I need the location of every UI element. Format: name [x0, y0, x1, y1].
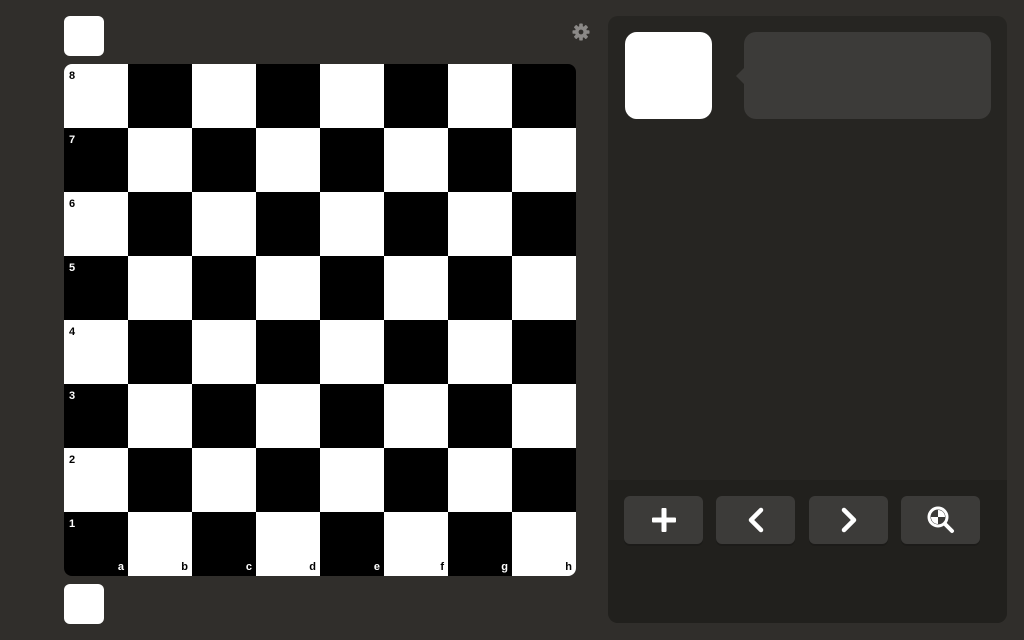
square-f4[interactable] [384, 320, 448, 384]
square-h1[interactable]: h [512, 512, 576, 576]
square-e1[interactable]: e [320, 512, 384, 576]
square-f3[interactable] [384, 384, 448, 448]
square-d7[interactable] [256, 128, 320, 192]
square-h6[interactable] [512, 192, 576, 256]
file-label: b [181, 561, 188, 573]
rank-label: 1 [69, 518, 76, 530]
file-label: c [245, 561, 252, 573]
square-a1[interactable]: 1a [64, 512, 128, 576]
square-b2[interactable] [128, 448, 192, 512]
square-d3[interactable] [256, 384, 320, 448]
speech-bubble [736, 32, 991, 119]
square-b6[interactable] [128, 192, 192, 256]
settings-button[interactable] [571, 22, 591, 42]
square-d5[interactable] [256, 256, 320, 320]
square-a8[interactable]: 8 [64, 64, 128, 128]
previous-move-button[interactable] [716, 496, 795, 544]
rank-label: 7 [69, 134, 76, 146]
square-e5[interactable] [320, 256, 384, 320]
square-a2[interactable]: 2 [64, 448, 128, 512]
square-e2[interactable] [320, 448, 384, 512]
square-c7[interactable] [192, 128, 256, 192]
control-bar [608, 480, 1007, 623]
chess-board[interactable]: 87654321abcdefgh [64, 64, 576, 576]
square-e7[interactable] [320, 128, 384, 192]
file-label: d [309, 561, 316, 573]
rank-label: 8 [69, 70, 76, 82]
square-g7[interactable] [448, 128, 512, 192]
square-g4[interactable] [448, 320, 512, 384]
rank-label: 3 [69, 390, 76, 402]
file-label: g [501, 561, 508, 573]
plus-icon [651, 508, 676, 532]
square-f7[interactable] [384, 128, 448, 192]
square-c6[interactable] [192, 192, 256, 256]
square-h8[interactable] [512, 64, 576, 128]
square-h3[interactable] [512, 384, 576, 448]
square-h2[interactable] [512, 448, 576, 512]
file-label: f [440, 561, 444, 573]
new-game-button[interactable] [624, 496, 703, 544]
square-d1[interactable]: d [256, 512, 320, 576]
side-panel [608, 16, 1007, 623]
square-f8[interactable] [384, 64, 448, 128]
rank-label: 2 [69, 454, 76, 466]
square-e4[interactable] [320, 320, 384, 384]
square-a7[interactable]: 7 [64, 128, 128, 192]
chevron-right-icon [841, 507, 856, 533]
analysis-button[interactable] [901, 496, 980, 544]
square-c1[interactable]: c [192, 512, 256, 576]
square-f6[interactable] [384, 192, 448, 256]
square-f2[interactable] [384, 448, 448, 512]
file-label: a [117, 561, 124, 573]
square-g2[interactable] [448, 448, 512, 512]
gear-icon [572, 23, 590, 41]
square-d4[interactable] [256, 320, 320, 384]
file-label: h [565, 561, 572, 573]
square-h5[interactable] [512, 256, 576, 320]
square-e3[interactable] [320, 384, 384, 448]
square-h4[interactable] [512, 320, 576, 384]
file-label: e [373, 561, 380, 573]
square-e8[interactable] [320, 64, 384, 128]
square-b1[interactable]: b [128, 512, 192, 576]
square-g5[interactable] [448, 256, 512, 320]
square-g8[interactable] [448, 64, 512, 128]
square-a5[interactable]: 5 [64, 256, 128, 320]
square-d2[interactable] [256, 448, 320, 512]
square-b7[interactable] [128, 128, 192, 192]
next-move-button[interactable] [809, 496, 888, 544]
square-b3[interactable] [128, 384, 192, 448]
rank-label: 4 [69, 326, 76, 338]
square-c8[interactable] [192, 64, 256, 128]
square-d8[interactable] [256, 64, 320, 128]
square-h7[interactable] [512, 128, 576, 192]
square-a6[interactable]: 6 [64, 192, 128, 256]
coach-avatar [625, 32, 712, 119]
square-b8[interactable] [128, 64, 192, 128]
chevron-left-icon [748, 507, 763, 533]
opponent-avatar [64, 16, 104, 56]
rank-label: 5 [69, 262, 76, 274]
square-b5[interactable] [128, 256, 192, 320]
square-d6[interactable] [256, 192, 320, 256]
square-c5[interactable] [192, 256, 256, 320]
magnify-analysis-icon [927, 506, 954, 533]
square-c2[interactable] [192, 448, 256, 512]
square-f5[interactable] [384, 256, 448, 320]
rank-label: 6 [69, 198, 76, 210]
square-f1[interactable]: f [384, 512, 448, 576]
square-b4[interactable] [128, 320, 192, 384]
square-c3[interactable] [192, 384, 256, 448]
square-a3[interactable]: 3 [64, 384, 128, 448]
square-g1[interactable]: g [448, 512, 512, 576]
square-g3[interactable] [448, 384, 512, 448]
square-e6[interactable] [320, 192, 384, 256]
square-g6[interactable] [448, 192, 512, 256]
square-a4[interactable]: 4 [64, 320, 128, 384]
square-c4[interactable] [192, 320, 256, 384]
player-avatar [64, 584, 104, 624]
